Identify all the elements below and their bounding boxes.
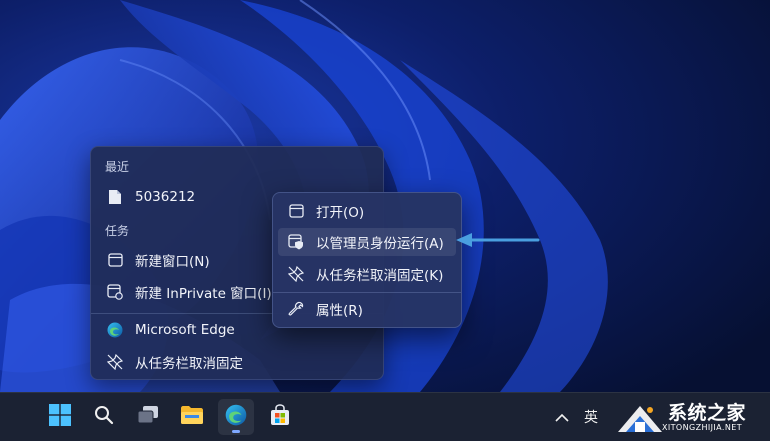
window-icon bbox=[288, 203, 304, 219]
edge-icon bbox=[107, 322, 123, 338]
taskbar-task-view-button[interactable] bbox=[130, 399, 166, 435]
edge-icon bbox=[225, 404, 247, 430]
windows-start-icon bbox=[49, 404, 71, 430]
menu-item-unpin-from-taskbar[interactable]: 从任务栏取消固定(K) bbox=[278, 260, 456, 288]
run-as-admin-shield-icon bbox=[288, 234, 304, 250]
taskbar-store-button[interactable] bbox=[262, 399, 298, 435]
app-item-microsoft-edge-label: Microsoft Edge bbox=[135, 322, 235, 338]
chevron-up-icon bbox=[555, 408, 569, 427]
unpin-icon bbox=[288, 266, 304, 282]
edge-context-menu: 打开(O) 以管理员身份运行(A) 从任务栏取消固定(K) 属性(R) bbox=[272, 192, 462, 328]
taskbar-start-button[interactable] bbox=[42, 399, 78, 435]
app-item-unpin-from-taskbar[interactable]: 从任务栏取消固定 bbox=[97, 347, 377, 377]
inprivate-window-icon bbox=[107, 284, 123, 300]
recent-heading: 最近 bbox=[105, 160, 130, 174]
folder-icon bbox=[180, 405, 204, 429]
store-icon bbox=[269, 404, 291, 430]
search-icon bbox=[94, 405, 114, 429]
task-new-window-label: 新建窗口(N) bbox=[135, 254, 210, 270]
callout-arrow bbox=[456, 233, 540, 247]
menu-item-open[interactable]: 打开(O) bbox=[278, 197, 456, 225]
task-new-inprivate-window-label: 新建 InPrivate 窗口(I) bbox=[135, 286, 272, 302]
window-icon bbox=[107, 252, 123, 268]
unpin-icon bbox=[107, 354, 123, 370]
taskbar-file-explorer-button[interactable] bbox=[174, 399, 210, 435]
tasks-heading: 任务 bbox=[105, 224, 130, 238]
running-indicator bbox=[232, 430, 240, 433]
show-hidden-icons-button[interactable] bbox=[552, 407, 572, 427]
context-menu-divider bbox=[273, 292, 461, 293]
watermark-subtext: XITONGZHIJIA.NET bbox=[662, 423, 742, 432]
menu-item-run-as-administrator-label: 以管理员身份运行(A) bbox=[316, 236, 444, 252]
menu-item-open-label: 打开(O) bbox=[316, 205, 365, 221]
task-view-icon bbox=[137, 405, 159, 429]
app-item-unpin-label: 从任务栏取消固定 bbox=[135, 356, 243, 372]
menu-item-unpin-label: 从任务栏取消固定(K) bbox=[316, 268, 444, 284]
menu-item-properties[interactable]: 属性(R) bbox=[278, 295, 456, 323]
watermark-text: 系统之家 bbox=[668, 402, 747, 424]
wrench-icon bbox=[288, 301, 304, 317]
recent-item-label: 5036212 bbox=[135, 189, 196, 205]
taskbar-edge-button[interactable] bbox=[218, 399, 254, 435]
file-icon bbox=[107, 189, 123, 205]
input-method-indicator[interactable]: 英 bbox=[584, 407, 598, 427]
menu-item-properties-label: 属性(R) bbox=[316, 303, 363, 319]
menu-item-run-as-administrator[interactable]: 以管理员身份运行(A) bbox=[278, 228, 456, 256]
taskbar-search-button[interactable] bbox=[86, 399, 122, 435]
